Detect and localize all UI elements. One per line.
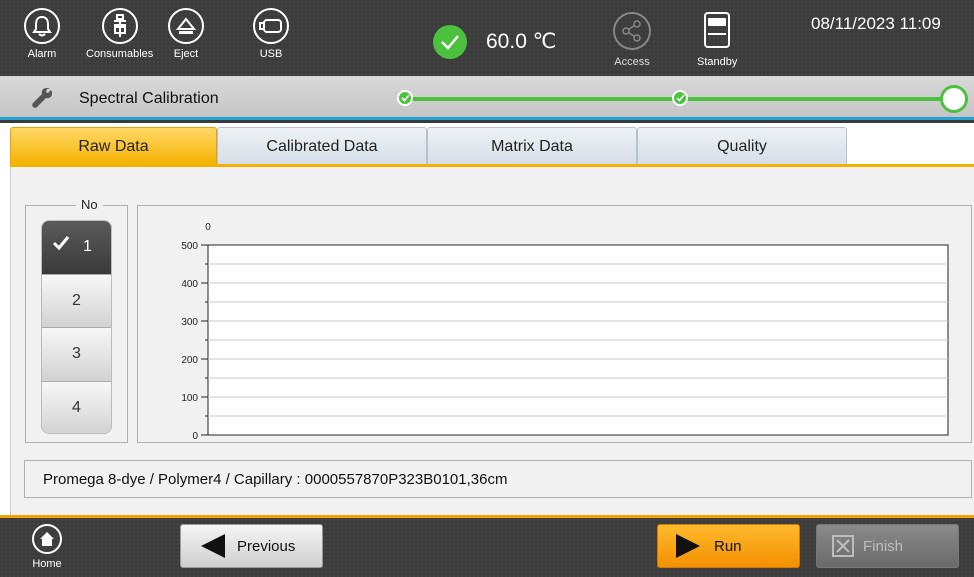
- capillary-item-label: 1: [83, 238, 92, 256]
- alarm-label: Alarm: [27, 48, 57, 60]
- access-label: Access: [614, 56, 650, 68]
- tab-label: Raw Data: [78, 137, 149, 155]
- capillary-selector-group: No 1 2 3 4: [25, 197, 128, 443]
- tab-label: Calibrated Data: [266, 137, 378, 155]
- capillary-item-3[interactable]: 3: [42, 328, 111, 382]
- bottom-nav-bar: Home Previous Run Finish: [0, 515, 974, 577]
- usb-label: USB: [259, 48, 283, 60]
- step-2-done-icon: [672, 90, 688, 106]
- alarm-button[interactable]: Alarm: [24, 8, 60, 60]
- check-icon: [52, 236, 70, 251]
- home-label: Home: [32, 558, 62, 570]
- workflow-progress-bar: Spectral Calibration: [0, 76, 974, 120]
- temperature-ok-icon: [433, 25, 467, 59]
- finish-button: Finish: [816, 524, 959, 568]
- previous-button[interactable]: Previous: [180, 524, 323, 568]
- run-info-bar: Promega 8-dye / Polymer4 / Capillary : 0…: [24, 460, 972, 498]
- run-button[interactable]: Run: [657, 524, 800, 568]
- arrow-left-icon: [201, 534, 225, 558]
- eject-icon: [176, 17, 196, 34]
- y-tick-label: 0: [192, 431, 198, 442]
- play-icon: [676, 534, 700, 558]
- capillary-item-2[interactable]: 2: [42, 274, 111, 328]
- y-tick-label: 400: [181, 279, 198, 290]
- tab-matrix-data[interactable]: Matrix Data: [427, 127, 637, 165]
- x-tick-label: 0: [205, 222, 211, 233]
- capillary-item-1[interactable]: 1: [42, 221, 111, 275]
- y-tick-label: 100: [181, 393, 198, 404]
- datetime: 08/11/2023 11:09: [811, 14, 941, 33]
- run-label: Run: [714, 537, 742, 555]
- step-1-done-icon: [397, 90, 413, 106]
- top-status-bar: Alarm Consumables Eject USB 60.0 ℃ Acces…: [0, 0, 974, 76]
- raw-data-chart-frame: 0 100 200 300 400 500 0: [137, 205, 972, 443]
- capillary-item-label: 4: [72, 399, 81, 417]
- temperature-readout: 60.0 ℃: [486, 30, 557, 53]
- raw-data-panel: No 1 2 3 4 0 100 200 300 400 500 0 Promega 8-d…: [10, 167, 974, 515]
- consumables-label: Consumables: [86, 48, 154, 60]
- tab-label: Quality: [717, 137, 767, 155]
- eject-button[interactable]: Eject: [168, 8, 204, 60]
- finish-label: Finish: [863, 537, 904, 555]
- run-info-text: Promega 8-dye / Polymer4 / Capillary : 0…: [43, 470, 508, 488]
- bell-icon: [32, 15, 52, 37]
- y-tick-label: 500: [181, 241, 198, 252]
- eject-label: Eject: [173, 48, 199, 60]
- standby-button[interactable]: Standby: [697, 12, 737, 68]
- capillary-item-4[interactable]: 4: [42, 381, 111, 433]
- y-tick-label: 200: [181, 355, 198, 366]
- usb-button[interactable]: USB: [253, 8, 289, 60]
- capillary-item-label: 3: [72, 345, 81, 363]
- tab-raw-data[interactable]: Raw Data: [10, 127, 217, 165]
- usb-icon: [259, 19, 282, 33]
- consumables-icon: [113, 14, 126, 37]
- raw-data-chart: 0 100 200 300 400 500 0: [181, 222, 949, 442]
- y-tick-label: 300: [181, 317, 198, 328]
- access-button[interactable]: Access: [613, 12, 651, 68]
- wrench-icon: [32, 87, 53, 108]
- capillary-list: 1 2 3 4: [41, 220, 112, 434]
- consumables-button[interactable]: Consumables: [86, 8, 153, 60]
- main-content: Raw Data Calibrated Data Matrix Data Qua…: [0, 123, 974, 515]
- tab-calibrated-data[interactable]: Calibrated Data: [217, 127, 427, 165]
- previous-label: Previous: [237, 537, 296, 555]
- standby-label: Standby: [697, 56, 738, 68]
- standby-icon: [704, 12, 731, 48]
- tab-label: Matrix Data: [491, 137, 573, 155]
- close-box-icon: [832, 535, 854, 557]
- capillary-selector-legend: No: [76, 197, 103, 212]
- capillary-item-label: 2: [72, 291, 81, 309]
- tab-quality[interactable]: Quality: [637, 127, 847, 165]
- tab-bar: Raw Data Calibrated Data Matrix Data Qua…: [10, 127, 847, 165]
- step-3-current-icon: [940, 85, 968, 113]
- home-button[interactable]: Home: [32, 524, 62, 570]
- home-icon: [40, 532, 54, 546]
- share-icon: [622, 20, 641, 42]
- progress-title: Spectral Calibration: [79, 90, 219, 107]
